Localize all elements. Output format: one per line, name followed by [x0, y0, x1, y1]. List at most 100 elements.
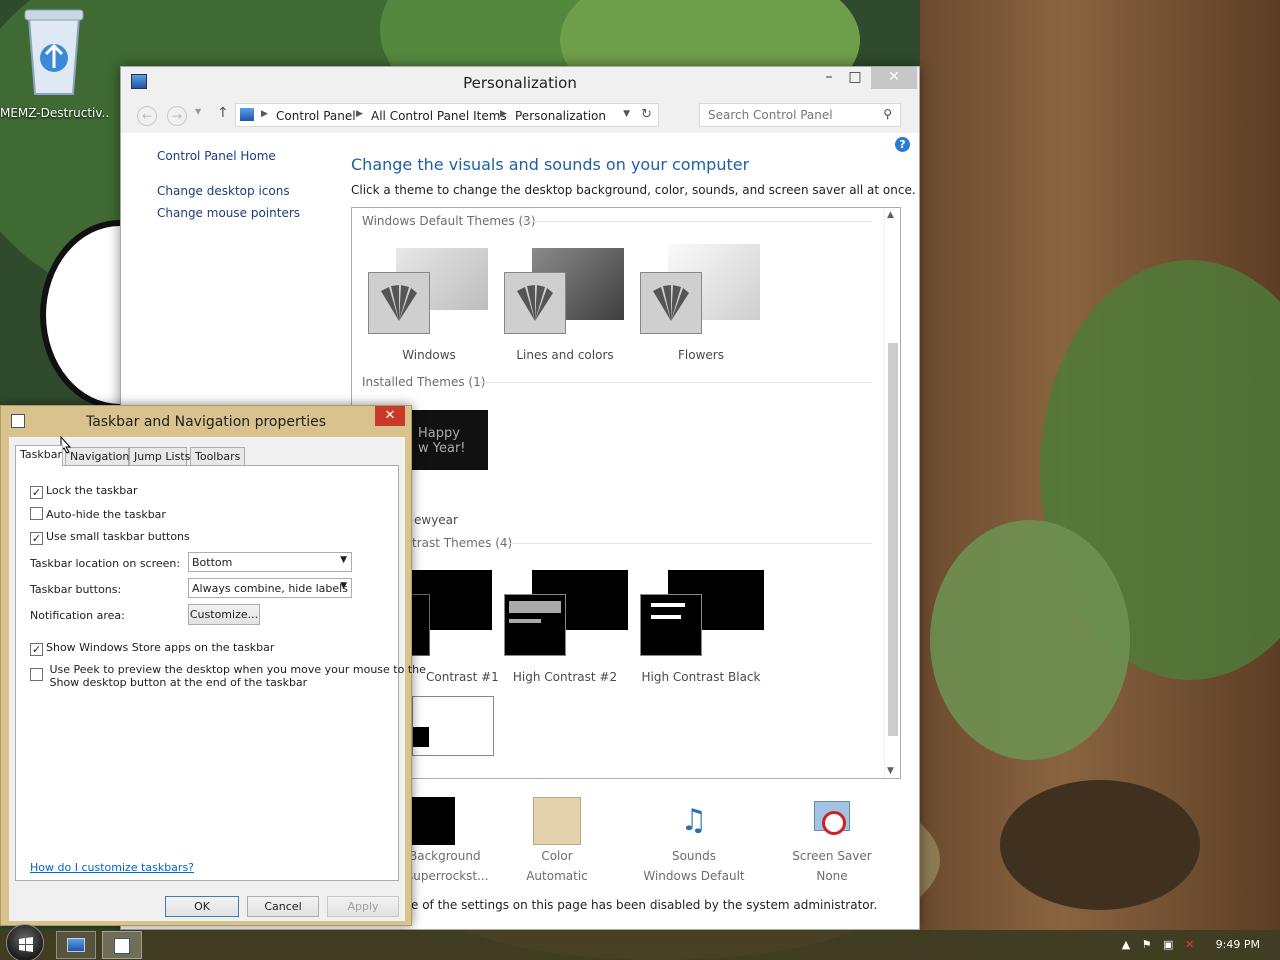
taskbar-properties-button[interactable]	[102, 931, 142, 959]
color-setting[interactable]: Color Automatic	[492, 797, 622, 883]
chevron-down-icon: ▼	[340, 581, 347, 591]
recent-pages-chevron-icon[interactable]: ▼	[195, 107, 201, 116]
search-input[interactable]	[708, 105, 878, 125]
volume-muted-icon[interactable]: ✕	[1185, 938, 1194, 951]
search-box[interactable]: ⚲	[699, 103, 901, 127]
change-desktop-icons-link[interactable]: Change desktop icons	[157, 184, 300, 198]
color-name: Color	[541, 849, 573, 863]
location-label: Taskbar location on screen:	[30, 557, 181, 570]
group-header-high-contrast-themes: trast Themes (4)	[412, 536, 513, 550]
forward-button[interactable]: →	[167, 106, 187, 126]
control-panel-home-link[interactable]: Control Panel Home	[157, 149, 300, 163]
change-mouse-pointers-link[interactable]: Change mouse pointers	[157, 206, 300, 220]
breadcrumb-all-items[interactable]: All Control Panel Items	[371, 109, 507, 123]
theme-label: ewyear	[414, 513, 458, 527]
content-header: Change the visuals and sounds on your co…	[351, 155, 916, 197]
help-icon[interactable]: ?	[895, 137, 910, 152]
clock[interactable]: 9:49 PM	[1216, 938, 1260, 951]
start-button[interactable]	[0, 924, 48, 960]
network-icon[interactable]: ▣	[1163, 938, 1173, 951]
notification-label: Notification area:	[30, 609, 125, 622]
lock-taskbar-option[interactable]: ✓ Lock the taskbar	[30, 484, 138, 499]
taskbar: ▲ ⚑ ▣ ✕ 9:49 PM	[0, 924, 1280, 960]
peek-checkbox[interactable]	[30, 668, 43, 681]
refresh-icon[interactable]: ↻	[641, 107, 652, 122]
theme-high-contrast-2[interactable]: High Contrast #2	[500, 560, 630, 690]
chevron-up-icon[interactable]: ▲	[1122, 938, 1130, 951]
scroll-up-icon[interactable]: ▲	[887, 210, 894, 220]
color-value: Automatic	[526, 869, 588, 883]
dialog-title[interactable]: Taskbar and Navigation properties	[1, 414, 411, 430]
small-buttons-option[interactable]: ✓ Use small taskbar buttons	[30, 530, 190, 545]
store-apps-checkbox[interactable]: ✓	[30, 643, 43, 656]
theme-high-contrast-white[interactable]	[412, 696, 494, 756]
contrast-swatch	[504, 594, 566, 656]
theme-high-contrast-black[interactable]: High Contrast Black	[636, 560, 766, 690]
left-navigation: Control Panel Home Change desktop icons …	[157, 149, 300, 220]
taskbar-control-panel-button[interactable]	[56, 931, 96, 959]
theme-flowers[interactable]: Flowers	[636, 238, 766, 368]
auto-hide-checkbox[interactable]	[30, 507, 43, 520]
color-swatch	[533, 797, 581, 845]
ok-button[interactable]: OK	[165, 896, 239, 917]
maximize-button[interactable]: □	[839, 67, 871, 89]
breadcrumb-separator-icon: ▶	[261, 109, 268, 119]
buttons-select[interactable]: Always combine, hide labels ▼	[188, 578, 352, 598]
location-select[interactable]: Bottom ▼	[188, 552, 352, 572]
store-apps-option[interactable]: ✓ Show Windows Store apps on the taskbar	[30, 641, 274, 656]
dialog-body: Taskbar Navigation Jump Lists Toolbars ✓…	[9, 437, 426, 921]
themes-scrollbar[interactable]: ▲ ▼	[884, 208, 900, 778]
lock-taskbar-checkbox[interactable]: ✓	[30, 486, 43, 499]
control-panel-icon	[67, 938, 85, 952]
scrollbar-thumb[interactable]	[888, 343, 898, 736]
scroll-down-icon[interactable]: ▼	[887, 766, 894, 776]
theme-label: Windows	[402, 348, 456, 362]
tab-jump-lists[interactable]: Jump Lists	[129, 447, 190, 465]
sounds-name: Sounds	[671, 849, 717, 863]
address-row: ← → ▼ ↑ ▶ Control Panel ▶ All Control Pa…	[121, 97, 919, 133]
up-arrow-button[interactable]: ↑	[217, 105, 229, 121]
background-thumbnail	[409, 797, 455, 845]
flag-icon[interactable]: ⚑	[1142, 938, 1152, 951]
close-button[interactable]: ✕	[871, 67, 917, 89]
theme-lines-and-colors[interactable]: Lines and colors	[500, 238, 630, 368]
address-dropdown-icon[interactable]: ▼	[623, 109, 630, 119]
tab-toolbars[interactable]: Toolbars	[190, 447, 245, 465]
breadcrumb-separator-icon: ▶	[500, 109, 507, 119]
dialog-close-button[interactable]: ✕	[375, 406, 405, 426]
chevron-down-icon: ▼	[340, 555, 347, 565]
breadcrumb-control-panel[interactable]: Control Panel	[276, 109, 356, 123]
customize-help-link[interactable]: How do I customize taskbars?	[30, 861, 194, 874]
page-description: Click a theme to change the desktop back…	[351, 183, 916, 197]
address-bar[interactable]: ▶ Control Panel ▶ All Control Panel Item…	[235, 103, 659, 127]
tab-navigation[interactable]: Navigation	[65, 447, 129, 465]
window-titlebar[interactable]: Personalization – □ ✕	[121, 67, 919, 97]
system-tray: ▲ ⚑ ▣ ✕ 9:49 PM	[1114, 938, 1260, 951]
small-buttons-checkbox[interactable]: ✓	[30, 532, 43, 545]
breadcrumb-personalization[interactable]: Personalization	[515, 109, 606, 123]
theme-label: High Contrast #2	[512, 670, 618, 684]
search-icon[interactable]: ⚲	[883, 107, 892, 121]
apply-button[interactable]: Apply	[327, 896, 399, 917]
theme-windows[interactable]: Windows	[364, 238, 494, 368]
peek-option[interactable]: Use Peek to preview the desktop when you…	[30, 663, 426, 689]
color-fan-icon	[368, 272, 430, 334]
cancel-button[interactable]: Cancel	[247, 896, 319, 917]
small-buttons-label: Use small taskbar buttons	[46, 530, 190, 543]
screen-saver-setting[interactable]: Screen Saver None	[767, 797, 897, 883]
themes-list: Windows Default Themes (3) Windows Lines…	[351, 207, 901, 779]
store-apps-label: Show Windows Store apps on the taskbar	[46, 641, 275, 654]
back-button[interactable]: ←	[137, 106, 157, 126]
theme-label: Flowers	[678, 348, 724, 362]
auto-hide-option[interactable]: Auto-hide the taskbar	[30, 507, 166, 521]
divider	[522, 221, 872, 222]
lock-taskbar-label: Lock the taskbar	[46, 484, 138, 497]
tab-taskbar[interactable]: Taskbar	[15, 445, 63, 466]
sounds-setting[interactable]: ♫ Sounds Windows Default	[629, 797, 759, 883]
theme-wallpaper-thumbnail: Happy w Year!	[410, 410, 488, 470]
desktop-icon-recycle-bin[interactable]: MEMZ-Destructiv...	[0, 4, 108, 120]
screen-saver-name: Screen Saver	[792, 849, 872, 863]
customize-button[interactable]: Customize...	[188, 604, 260, 625]
sounds-icon: ♫	[680, 803, 708, 838]
admin-disabled-note: e of the settings on this page has been …	[411, 898, 878, 912]
